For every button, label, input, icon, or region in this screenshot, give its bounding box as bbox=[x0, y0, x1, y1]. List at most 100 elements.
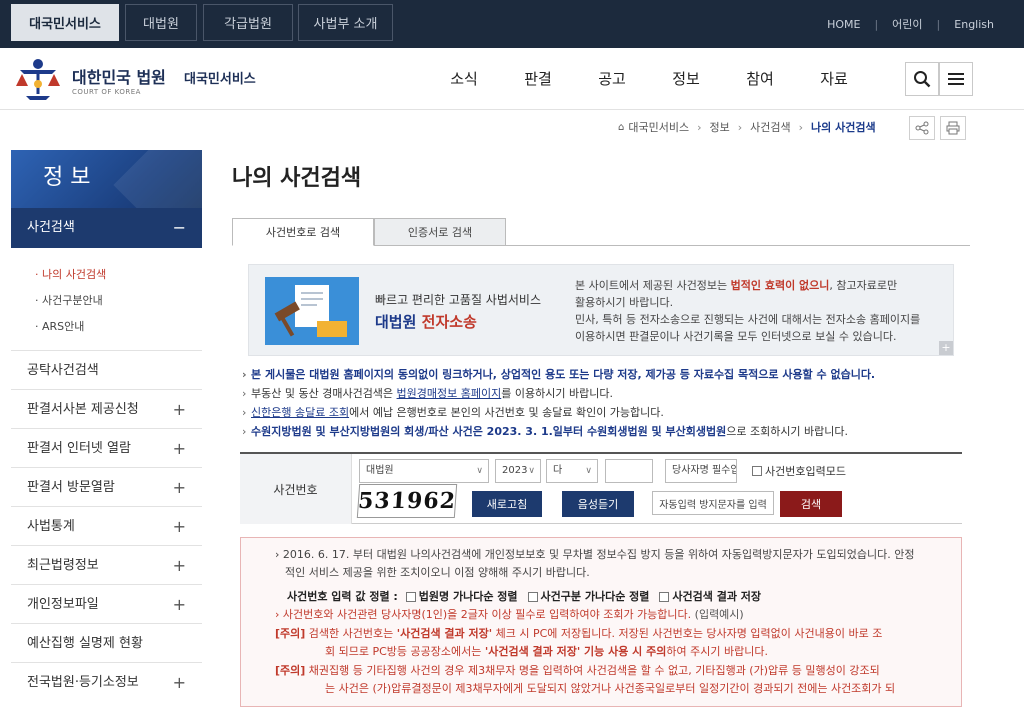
breadcrumb-item[interactable]: 사건검색 bbox=[750, 119, 790, 135]
sidebar: 정 보 사건검색 − · 나의 사건검색 · 사건구분안내 · ARS안내 공탁… bbox=[11, 150, 202, 701]
list-item: 부동산 및 동산 경매사건검색은 법원경매정보 홈페이지를 이용하시기 바랍니다… bbox=[242, 384, 964, 403]
notice-line: [주의] 검색한 사건번호는 '사건검색 결과 저장' 체크 시 PC에 저장됩… bbox=[275, 627, 883, 640]
chevron-right-icon: › bbox=[737, 120, 743, 134]
sidebar-item-case-search[interactable]: 사건검색 − bbox=[11, 208, 202, 248]
sidebar-item-label: 사건검색 bbox=[27, 220, 75, 235]
print-button[interactable] bbox=[940, 116, 966, 140]
kids-link[interactable]: 어린이 bbox=[892, 16, 922, 32]
captcha-image: 531962 bbox=[356, 484, 458, 518]
sidebar-item-judgment-online[interactable]: 판결서 인터넷 열람 + bbox=[11, 428, 202, 467]
notice-line: › 2016. 6. 17. 부터 대법원 나의사건검색에 개인정보보호 및 무… bbox=[275, 548, 915, 561]
top-tab-citizen-service[interactable]: 대국민서비스 bbox=[11, 4, 119, 41]
nav-news[interactable]: 소식 bbox=[427, 48, 501, 110]
breadcrumb-item[interactable]: 정보 bbox=[710, 119, 730, 135]
nav-info[interactable]: 정보 bbox=[649, 48, 723, 110]
notice-line: 회 되므로 PC방등 공공장소에서는 '사건검색 결과 저장' 기능 사용 시 … bbox=[325, 645, 768, 658]
english-link[interactable]: English bbox=[954, 18, 994, 31]
court-logo-icon[interactable] bbox=[12, 56, 64, 102]
tab-case-number[interactable]: 사건번호로 검색 bbox=[232, 218, 374, 246]
case-search-form: 사건번호 대법원 ∨ 2023 ∨ 다 ∨ 당사자명 필수입 사건번호입력모드 531… bbox=[240, 452, 962, 524]
nav-materials[interactable]: 자료 bbox=[797, 48, 871, 110]
sidebar-item-deposit-search[interactable]: 공탁사건검색 bbox=[11, 350, 202, 389]
nav-participate[interactable]: 참여 bbox=[723, 48, 797, 110]
share-icon bbox=[915, 121, 929, 135]
search-button[interactable] bbox=[905, 62, 939, 96]
service-name: 대국민서비스 bbox=[184, 72, 256, 87]
sidebar-submenu: · 나의 사건검색 · 사건구분안내 · ARS안내 bbox=[11, 248, 202, 350]
plus-icon: + bbox=[172, 478, 186, 497]
captcha-input[interactable]: 자동입력 방지문자를 입력 bbox=[652, 491, 774, 515]
audio-captcha-button[interactable]: 음성듣기 bbox=[562, 491, 634, 517]
main-nav: 소식 판결 공고 정보 참여 자료 bbox=[427, 48, 871, 110]
chevron-down-icon: ∨ bbox=[585, 466, 592, 476]
banner-brand: 대법원 전자소송 bbox=[375, 313, 477, 331]
home-link[interactable]: HOME bbox=[827, 18, 860, 31]
ecourt-banner[interactable]: 빠르고 편리한 고품질 사법서비스 대법원 전자소송 본 사이트에서 제공된 사… bbox=[248, 264, 954, 356]
top-tab-judiciary-intro[interactable]: 사법부 소개 bbox=[298, 4, 393, 41]
gavel-illustration-icon bbox=[265, 277, 359, 345]
chevron-right-icon: › bbox=[798, 120, 804, 134]
submenu-my-case-search[interactable]: · 나의 사건검색 bbox=[35, 262, 202, 288]
nav-notice[interactable]: 공고 bbox=[575, 48, 649, 110]
shinhan-fee-link[interactable]: 신한은행 송달료 조회 bbox=[251, 406, 349, 419]
notice-line: [주의] 채권집행 등 기타집행 사건의 경우 제3채무자 명을 입력하여 사건… bbox=[275, 664, 880, 677]
tab-certificate[interactable]: 인증서로 검색 bbox=[374, 218, 506, 246]
plus-icon: + bbox=[172, 517, 186, 536]
case-number-label: 사건번호 bbox=[240, 454, 352, 524]
list-item: 본 게시물은 대법원 홈페이지의 동의없이 링크하거나, 상업적인 용도 또는 … bbox=[242, 365, 964, 384]
search-submit-button[interactable]: 검색 bbox=[780, 491, 842, 517]
logo-subtitle: COURT OF KOREA bbox=[72, 88, 141, 96]
sidebar-item-recent-laws[interactable]: 최근법령정보 + bbox=[11, 545, 202, 584]
plus-icon: + bbox=[172, 556, 186, 575]
breadcrumb-item[interactable]: 대국민서비스 bbox=[628, 119, 689, 135]
banner-tagline: 빠르고 편리한 고품질 사법서비스 bbox=[375, 293, 542, 307]
checkbox[interactable] bbox=[752, 466, 762, 476]
case-type-select[interactable]: 다 ∨ bbox=[546, 459, 598, 483]
breadcrumb-current: 나의 사건검색 bbox=[811, 121, 876, 134]
save-result-checkbox[interactable] bbox=[659, 592, 670, 602]
sort-options: 사건번호 입력 값 정렬 : 법원명 가나다순 정렬 사건구분 가나다순 정렬 … bbox=[287, 590, 762, 603]
notice-line: › 사건번호와 사건관련 당사자명(1인)을 2글자 이상 필수로 입력하여야 … bbox=[275, 608, 744, 621]
logo-title[interactable]: 대한민국 법원 bbox=[72, 64, 166, 88]
party-name-input[interactable]: 당사자명 필수입 bbox=[665, 459, 737, 483]
top-tab-supreme-court[interactable]: 대법원 bbox=[125, 4, 197, 41]
divider: | bbox=[936, 17, 941, 31]
sidebar-item-budget[interactable]: 예산집행 실명제 현황 bbox=[11, 623, 202, 662]
search-icon bbox=[914, 71, 931, 88]
site-header: 대한민국 법원 COURT OF KOREA 대국민서비스 소식 판결 공고 정… bbox=[0, 48, 1024, 110]
plus-icon: + bbox=[172, 439, 186, 458]
plus-icon: + bbox=[172, 673, 186, 692]
case-number-input[interactable] bbox=[605, 459, 653, 483]
notice-box: › 2016. 6. 17. 부터 대법원 나의사건검색에 개인정보보호 및 무… bbox=[240, 537, 962, 707]
sort-court-checkbox[interactable] bbox=[405, 592, 416, 602]
minus-icon: − bbox=[172, 218, 186, 237]
list-item: 수원지방법원 및 부산지방법원의 회생/파산 사건은 2023. 3. 1.일부… bbox=[242, 422, 964, 441]
nav-judgment[interactable]: 판결 bbox=[501, 48, 575, 110]
sidebar-item-judgment-visit[interactable]: 판결서 방문열람 + bbox=[11, 467, 202, 506]
sidebar-item-court-info[interactable]: 전국법원·등기소정보 + bbox=[11, 662, 202, 701]
case-input-mode-checkbox[interactable]: 사건번호입력모드 bbox=[752, 463, 846, 479]
sort-case-type-checkbox[interactable] bbox=[527, 592, 538, 602]
sidebar-title: 정 보 bbox=[11, 150, 202, 208]
sidebar-item-judicial-stats[interactable]: 사법통계 + bbox=[11, 506, 202, 545]
submenu-case-type-guide[interactable]: · 사건구분안내 bbox=[35, 288, 202, 314]
list-item: 신한은행 송달료 조회에서 예납 은행번호로 본인의 사건번호 및 송달료 확인… bbox=[242, 403, 964, 422]
plus-icon: + bbox=[172, 595, 186, 614]
share-button[interactable] bbox=[909, 116, 935, 140]
chevron-down-icon: ∨ bbox=[528, 466, 535, 476]
court-select[interactable]: 대법원 ∨ bbox=[359, 459, 489, 483]
notice-line: 적인 서비스 제공을 위한 조치이오니 이점 양해해 주시기 바랍니다. bbox=[285, 566, 590, 579]
year-select[interactable]: 2023 ∨ bbox=[495, 459, 541, 483]
sidebar-item-personal-info[interactable]: 개인정보파일 + bbox=[11, 584, 202, 623]
auction-site-link[interactable]: 법원경매정보 홈페이지 bbox=[397, 387, 502, 400]
expand-icon[interactable]: + bbox=[939, 341, 953, 355]
refresh-captcha-button[interactable]: 새로고침 bbox=[472, 491, 542, 517]
sidebar-item-judgment-copy[interactable]: 판결서사본 제공신청 + bbox=[11, 389, 202, 428]
chevron-down-icon: ∨ bbox=[476, 466, 483, 476]
top-bar: 대국민서비스 대법원 각급법원 사법부 소개 HOME | 어린이 | Engl… bbox=[0, 0, 1024, 48]
plus-icon: + bbox=[172, 400, 186, 419]
submenu-ars-guide[interactable]: · ARS안내 bbox=[35, 314, 202, 340]
menu-button[interactable] bbox=[939, 62, 973, 96]
printer-icon bbox=[946, 121, 960, 135]
top-tab-courts[interactable]: 각급법원 bbox=[203, 4, 293, 41]
